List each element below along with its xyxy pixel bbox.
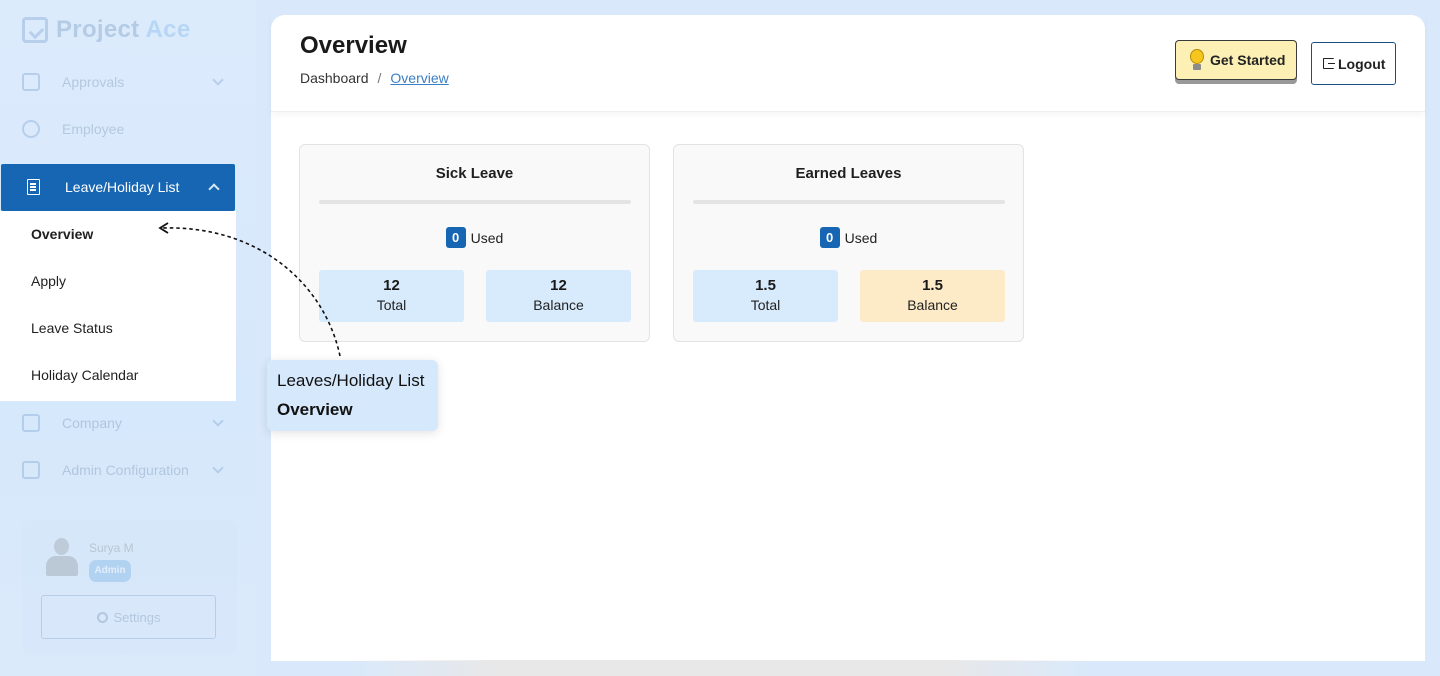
main-content: Overview Dashboard / Overview Get Starte…: [271, 15, 1425, 661]
submenu-item-holiday-calendar[interactable]: Holiday Calendar: [31, 367, 138, 383]
submenu-item-leave-status[interactable]: Leave Status: [31, 320, 113, 336]
balance-label: Balance: [533, 297, 584, 313]
sidebar-item-leave-holiday-list[interactable]: Leave/Holiday List: [1, 164, 235, 211]
document-icon: [27, 179, 40, 195]
logo-text-part1: Project: [56, 16, 140, 43]
used-count-badge: 0: [819, 227, 840, 248]
sidebar-item-label: Admin Configuration: [62, 462, 189, 478]
sidebar-item-label: Company: [62, 415, 122, 431]
used-label: Used: [844, 229, 878, 246]
get-started-label: Get Started: [1210, 52, 1286, 68]
page-title: Overview: [300, 32, 407, 59]
profile-name: Surya M: [89, 541, 134, 555]
balance-value: 1.5: [922, 277, 943, 294]
gear-icon: [96, 611, 108, 623]
sidebar-item-label: Approvals: [62, 74, 125, 90]
balance-label: Balance: [907, 297, 958, 313]
get-started-button[interactable]: Get Started: [1175, 40, 1297, 80]
card-divider: [319, 200, 631, 204]
chevron-down-icon: [212, 74, 224, 86]
used-count-badge: 0: [445, 227, 466, 248]
logo-text-part2: Ace: [145, 16, 191, 43]
balance-stat: 12 Balance: [486, 270, 631, 322]
profile-card: Surya M Admin Settings: [22, 520, 237, 655]
breadcrumb: Dashboard / Overview: [300, 70, 449, 86]
card-divider: [693, 200, 1005, 204]
breadcrumb-dashboard[interactable]: Dashboard: [300, 70, 369, 86]
used-row: 0 Used: [674, 227, 1023, 248]
used-label: Used: [470, 229, 504, 246]
page-header: Overview Dashboard / Overview Get Starte…: [271, 15, 1425, 112]
sidebar-item-company[interactable]: Company: [22, 408, 224, 438]
breadcrumb-overview[interactable]: Overview: [390, 70, 448, 86]
calendar-icon: [22, 73, 40, 91]
balance-value: 12: [550, 277, 567, 294]
settings-label: Settings: [113, 609, 161, 625]
breadcrumb-separator: /: [377, 70, 382, 86]
sidebar-item-approvals[interactable]: Approvals: [22, 67, 224, 97]
role-badge: Admin: [89, 560, 131, 582]
logout-button[interactable]: Logout: [1311, 42, 1396, 85]
app-logo[interactable]: Project Ace: [22, 16, 190, 44]
total-value: 1.5: [755, 277, 776, 294]
chevron-down-icon: [212, 462, 224, 474]
user-icon: [22, 120, 40, 138]
total-stat: 1.5 Total: [693, 270, 838, 322]
sidebar-item-label: Employee: [62, 121, 125, 137]
submenu-item-apply[interactable]: Apply: [31, 273, 66, 289]
chevron-up-icon: [208, 183, 220, 195]
logout-label: Logout: [1338, 55, 1386, 72]
sick-leave-card: Sick Leave 0 Used 12 Total 12 Balance: [299, 144, 650, 342]
tooltip-line-1: Leaves/Holiday List: [277, 371, 425, 390]
settings-button[interactable]: Settings: [41, 595, 216, 639]
total-label: Total: [750, 297, 781, 313]
building-icon: [22, 414, 40, 432]
avatar: [46, 538, 78, 578]
onboarding-tooltip: Leaves/Holiday List Overview: [267, 360, 438, 431]
sidebar-item-admin-configuration[interactable]: Admin Configuration: [22, 455, 224, 485]
chevron-down-icon: [212, 415, 224, 427]
config-icon: [22, 461, 40, 479]
earned-leaves-card: Earned Leaves 0 Used 1.5 Total 1.5 Balan…: [673, 144, 1024, 342]
lightbulb-icon: [1190, 49, 1204, 71]
sidebar-item-employee[interactable]: Employee: [22, 114, 222, 144]
card-title: Sick Leave: [435, 165, 514, 182]
used-row: 0 Used: [300, 227, 649, 248]
sidebar-item-label: Leave/Holiday List: [65, 179, 180, 195]
card-title: Earned Leaves: [795, 165, 902, 182]
bottom-shadow: [350, 660, 1090, 676]
submenu-item-overview[interactable]: Overview: [31, 226, 93, 242]
tooltip-pointer-arrow: [158, 222, 341, 357]
tooltip-line-2: Overview: [277, 400, 353, 419]
balance-stat: 1.5 Balance: [860, 270, 1005, 322]
logout-icon: [1323, 58, 1335, 69]
logo-icon: [22, 17, 48, 43]
